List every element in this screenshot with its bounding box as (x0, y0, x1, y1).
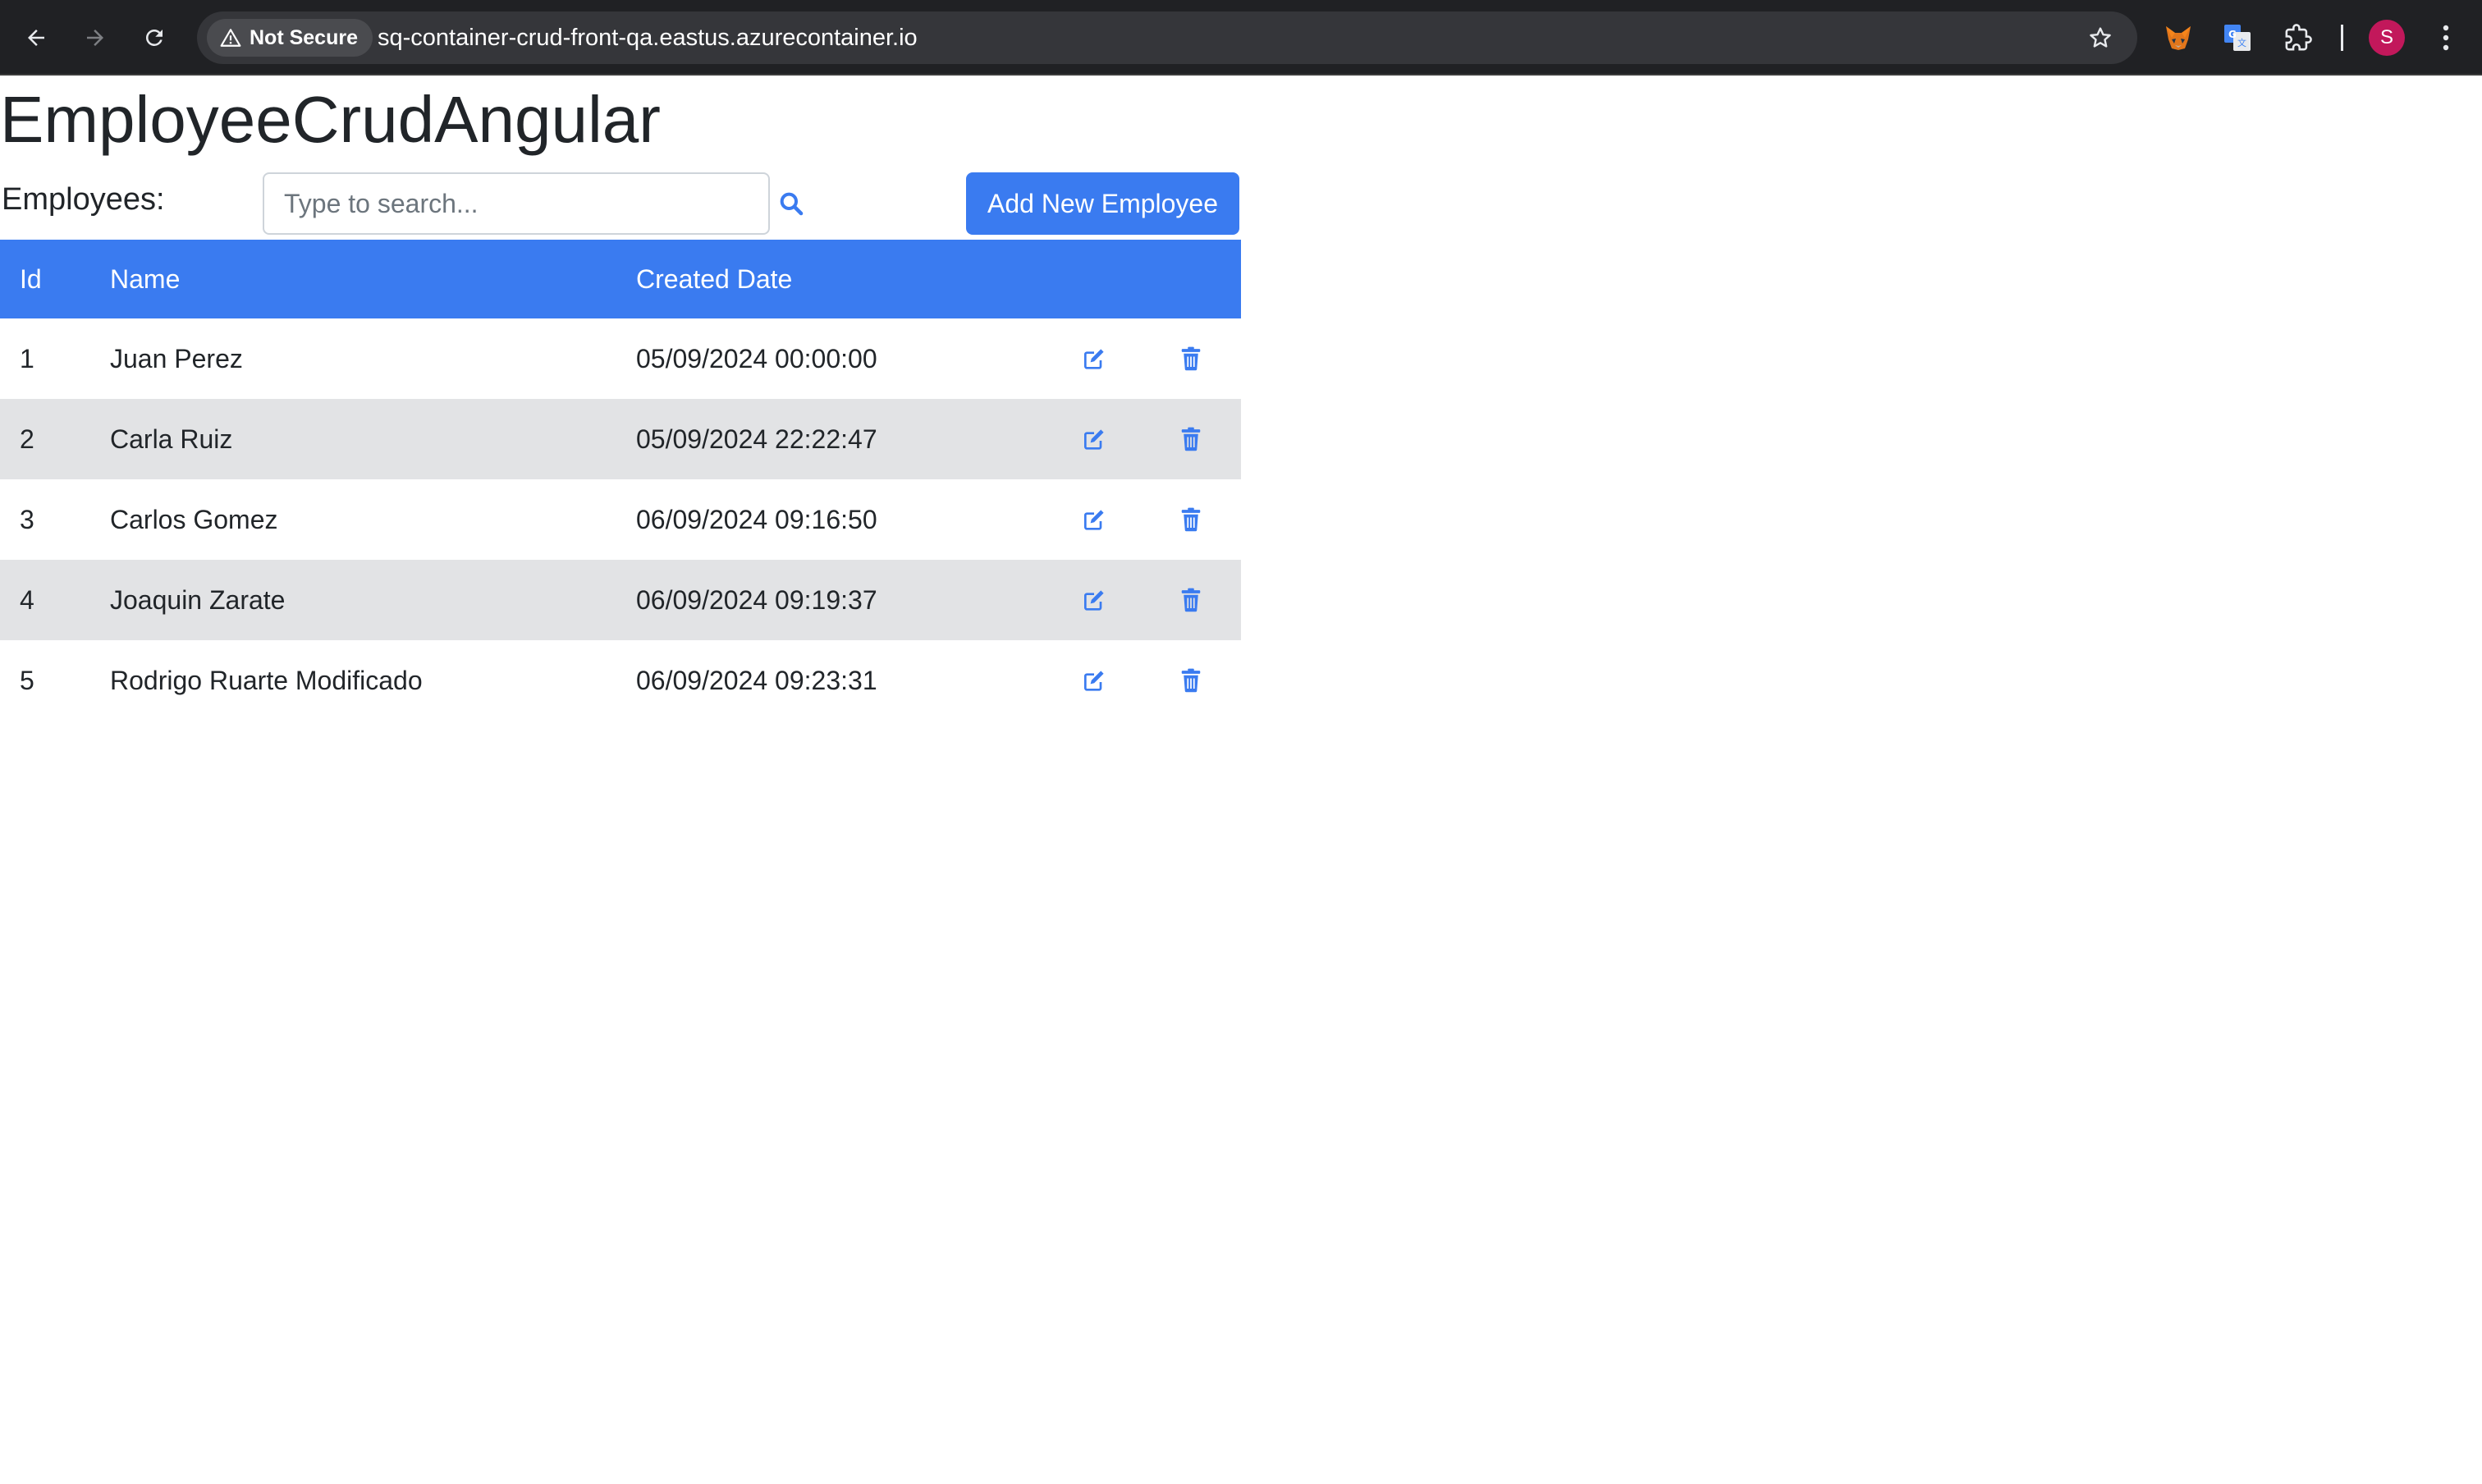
edit-cell (1046, 640, 1141, 721)
edit-button[interactable] (1078, 664, 1110, 697)
employees-label: Employees: (2, 182, 165, 217)
address-bar[interactable]: Not Secure sq-container-crud-front-qa.ea… (197, 11, 2137, 64)
edit-icon (1083, 349, 1104, 369)
table-row: 3 Carlos Gomez 06/09/2024 09:16:50 (0, 479, 1241, 560)
edit-cell (1046, 399, 1141, 479)
back-button[interactable] (16, 18, 56, 57)
reload-icon (145, 29, 163, 46)
add-employee-button[interactable]: Add New Employee (966, 172, 1239, 235)
star-icon (2090, 27, 2111, 48)
edit-cell (1046, 479, 1141, 560)
edit-button[interactable] (1078, 584, 1110, 616)
edit-button[interactable] (1078, 342, 1110, 375)
more-vertical-icon (2443, 25, 2449, 51)
warning-triangle-icon (220, 29, 241, 47)
trash-icon (1181, 427, 1201, 451)
cell-created-date: 06/09/2024 09:16:50 (636, 479, 1046, 560)
cell-created-date: 05/09/2024 00:00:00 (636, 318, 1046, 399)
edit-icon (1083, 510, 1104, 530)
search-input[interactable] (263, 172, 770, 235)
security-label: Not Secure (250, 25, 358, 49)
table-header-row: Id Name Created Date (0, 240, 1241, 318)
employees-table: Id Name Created Date 1 Juan Perez 05/09/… (0, 240, 1241, 721)
search-icon (780, 192, 804, 216)
delete-button[interactable] (1175, 664, 1207, 697)
cell-id: 4 (0, 560, 110, 640)
edit-button[interactable] (1078, 503, 1110, 536)
forward-button[interactable] (76, 18, 115, 57)
table-row: 5 Rodrigo Ruarte Modificado 06/09/2024 0… (0, 640, 1241, 721)
page-title: EmployeeCrudAngular (0, 83, 661, 156)
cell-name: Rodrigo Ruarte Modificado (110, 640, 636, 721)
toolbar-divider (2341, 25, 2343, 51)
column-header-id: Id (0, 240, 110, 318)
cell-name: Joaquin Zarate (110, 560, 636, 640)
reload-button[interactable] (135, 18, 174, 57)
cell-id: 2 (0, 399, 110, 479)
delete-cell (1141, 479, 1241, 560)
cell-name: Juan Perez (110, 318, 636, 399)
trash-icon (1181, 346, 1201, 371)
svg-text:文: 文 (2237, 37, 2246, 48)
arrow-right-icon (87, 30, 103, 46)
puzzle-icon (2285, 24, 2312, 51)
browser-menu-button[interactable] (2428, 18, 2464, 57)
edit-icon (1083, 671, 1104, 691)
trash-icon (1181, 507, 1201, 532)
delete-cell (1141, 399, 1241, 479)
cell-created-date: 05/09/2024 22:22:47 (636, 399, 1046, 479)
column-header-name: Name (110, 240, 636, 318)
edit-icon (1083, 590, 1104, 611)
translate-extension-button[interactable]: G 文 (2218, 18, 2257, 57)
table-row: 2 Carla Ruiz 05/09/2024 22:22:47 (0, 399, 1241, 479)
extensions-button[interactable] (2278, 18, 2318, 57)
cell-name: Carlos Gomez (110, 479, 636, 560)
column-header-edit (1046, 240, 1141, 318)
delete-button[interactable] (1175, 584, 1207, 616)
delete-button[interactable] (1175, 342, 1207, 375)
security-chip[interactable]: Not Secure (207, 19, 373, 57)
delete-button[interactable] (1175, 503, 1207, 536)
arrow-left-icon (28, 30, 44, 46)
url-text[interactable]: sq-container-crud-front-qa.eastus.azurec… (378, 11, 918, 64)
svg-text:G: G (2228, 29, 2237, 40)
bookmark-button[interactable] (2085, 22, 2116, 53)
page-content: EmployeeCrudAngular Employees: Add New E… (0, 76, 2482, 1484)
browser-toolbar: Not Secure sq-container-crud-front-qa.ea… (0, 0, 2482, 76)
search-button[interactable] (775, 187, 808, 220)
column-header-delete (1141, 240, 1241, 318)
cell-created-date: 06/09/2024 09:19:37 (636, 560, 1046, 640)
column-header-created-date: Created Date (636, 240, 1046, 318)
delete-cell (1141, 560, 1241, 640)
trash-icon (1181, 588, 1201, 612)
cell-id: 1 (0, 318, 110, 399)
trash-icon (1181, 668, 1201, 693)
delete-cell (1141, 640, 1241, 721)
delete-button[interactable] (1175, 423, 1207, 456)
metamask-extension-button[interactable] (2159, 18, 2198, 57)
fox-icon (2166, 26, 2191, 50)
table-row: 4 Joaquin Zarate 06/09/2024 09:19:37 (0, 560, 1241, 640)
cell-id: 3 (0, 479, 110, 560)
table-row: 1 Juan Perez 05/09/2024 00:00:00 (0, 318, 1241, 399)
edit-button[interactable] (1078, 423, 1110, 456)
cell-name: Carla Ruiz (110, 399, 636, 479)
profile-avatar[interactable]: S (2369, 20, 2405, 56)
edit-icon (1083, 429, 1104, 450)
cell-created-date: 06/09/2024 09:23:31 (636, 640, 1046, 721)
cell-id: 5 (0, 640, 110, 721)
edit-cell (1046, 560, 1141, 640)
edit-cell (1046, 318, 1141, 399)
delete-cell (1141, 318, 1241, 399)
translate-icon: G 文 (2224, 25, 2251, 51)
